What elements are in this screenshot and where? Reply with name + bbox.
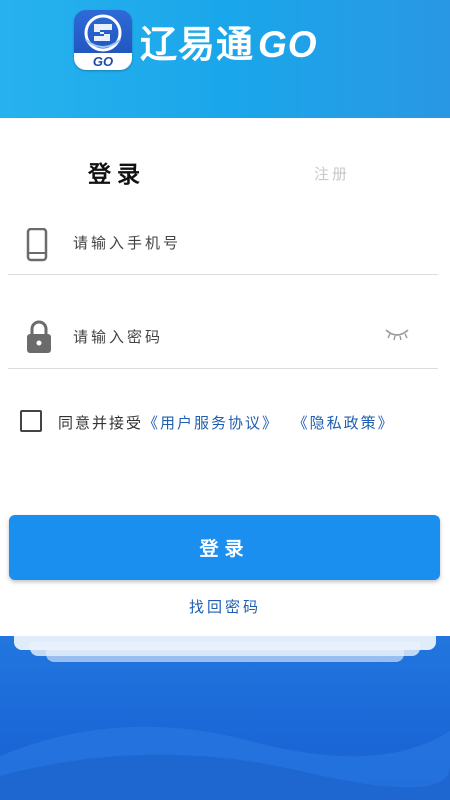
phone-field[interactable]: 请输入手机号 [8, 212, 438, 275]
app-title-suffix: GO [258, 24, 318, 65]
footer-background [0, 636, 450, 800]
wave-decoration [0, 726, 450, 800]
user-agreement-link[interactable]: 《用户服务协议》 [143, 414, 279, 432]
agreement-label: 同意并接受 [58, 414, 144, 432]
agreement-text: 同意并接受《用户服务协议》 《隐私政策》 [58, 412, 395, 433]
eye-closed-icon[interactable] [384, 326, 410, 346]
logo-badge-text: GO [74, 53, 132, 70]
privacy-policy-link[interactable]: 《隐私政策》 [293, 414, 395, 432]
app-logo: GO [74, 10, 132, 70]
agreement-checkbox[interactable] [20, 410, 42, 432]
tab-register[interactable]: 注册 [314, 163, 350, 184]
phone-input-placeholder: 请输入手机号 [73, 234, 182, 252]
app-header: GO 辽易通 GO [0, 0, 450, 118]
password-input-placeholder: 请输入密码 [73, 328, 164, 346]
login-button[interactable]: 登录 [9, 515, 440, 580]
phone-icon [26, 227, 48, 266]
password-field[interactable]: 请输入密码 [8, 306, 438, 369]
app-title: 辽易通 GO [140, 14, 318, 68]
lock-icon [26, 320, 52, 358]
agreement-row: 同意并接受《用户服务协议》 《隐私政策》 [20, 408, 440, 438]
forgot-password-link[interactable]: 找回密码 [0, 596, 450, 617]
app-title-text: 辽易通 [140, 23, 254, 66]
logo-shield-icon [84, 14, 122, 52]
tab-login[interactable]: 登录 [88, 155, 146, 189]
